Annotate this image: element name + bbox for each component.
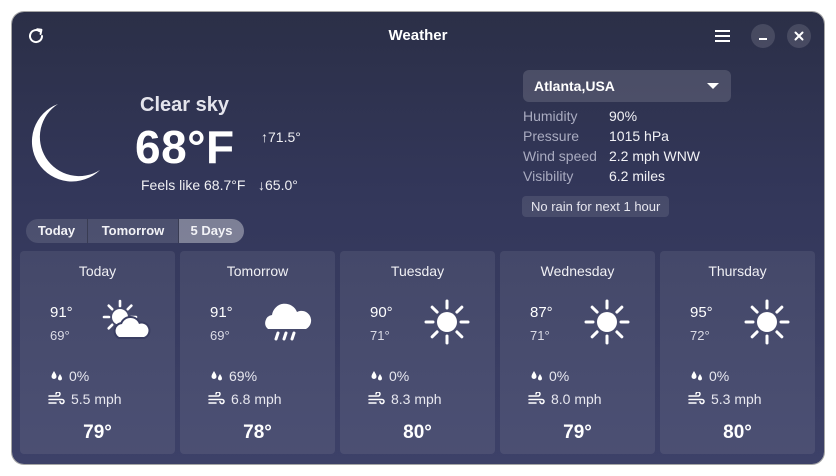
forecast-low: 72°: [690, 328, 710, 343]
chevron-down-icon: [707, 83, 719, 89]
tab-today[interactable]: Today: [26, 219, 88, 243]
detail-label: Humidity: [523, 108, 578, 124]
forecast-card-wednesday: Wednesday 87° 71° 0% 8.0 mph 79°: [500, 251, 655, 454]
forecast-high: 91°: [50, 304, 73, 321]
hamburger-menu-icon: [715, 30, 730, 42]
sun-icon: [582, 297, 632, 347]
forecast-day: Tomorrow: [226, 263, 289, 279]
menu-button[interactable]: [712, 26, 734, 46]
current-low: ↓65.0°: [258, 177, 298, 193]
forecast-wind: 5.5 mph: [48, 391, 122, 407]
forecast-tabs: Today Tomorrow 5 Days: [26, 219, 244, 243]
detail-label: Visibility: [523, 168, 574, 184]
raindrops-icon: [531, 371, 542, 381]
forecast-wind-value: 6.8 mph: [231, 391, 282, 407]
forecast-rain-value: 0%: [549, 368, 570, 384]
forecast-feels-like: 78°: [243, 422, 272, 443]
forecast-day: Thursday: [708, 263, 767, 279]
forecast-wind-value: 8.3 mph: [391, 391, 442, 407]
wind-icon: [48, 391, 65, 405]
moon-icon: [31, 104, 100, 182]
close-button[interactable]: [787, 24, 811, 48]
window-title: Weather: [388, 27, 448, 44]
current-high: ↑71.5°: [261, 129, 301, 145]
sun-icon: [422, 297, 472, 347]
rain-cloud-icon: [262, 297, 312, 347]
weather-window: Weather Clear sky 68°F ↑71.5° ↓65.0° Fee…: [12, 12, 824, 464]
forecast-high: 95°: [690, 304, 713, 321]
wind-icon: [368, 391, 385, 405]
raindrops-icon: [211, 371, 222, 381]
forecast-wind-value: 5.5 mph: [71, 391, 122, 407]
forecast-day: Tuesday: [390, 263, 445, 279]
forecast-wind: 5.3 mph: [688, 391, 762, 407]
forecast-high: 90°: [370, 304, 393, 321]
forecast-low: 71°: [530, 328, 550, 343]
forecast-day: Today: [78, 263, 117, 279]
detail-value: 2.2 mph WNW: [609, 148, 701, 164]
current-condition: Clear sky: [140, 94, 229, 116]
forecast-high: 87°: [530, 304, 553, 321]
raindrops-icon: [691, 371, 702, 381]
forecast-rain-value: 0%: [69, 368, 90, 384]
forecast-wind-value: 8.0 mph: [551, 391, 602, 407]
forecast-rain: 0%: [530, 368, 569, 384]
forecast-rain: 69%: [210, 368, 257, 384]
location-label: Atlanta,USA: [534, 78, 615, 94]
forecast-feels-like: 80°: [723, 422, 752, 443]
forecast-feels-like: 80°: [403, 422, 432, 443]
location-dropdown[interactable]: Atlanta,USA: [523, 70, 731, 102]
forecast-feels-like: 79°: [83, 422, 112, 443]
minimize-button[interactable]: [751, 24, 775, 48]
feels-like: Feels like 68.7°F: [141, 177, 246, 193]
wind-icon: [688, 391, 705, 405]
detail-value: 90%: [609, 108, 638, 124]
tab-tomorrow[interactable]: Tomorrow: [88, 219, 179, 243]
forecast-wind: 6.8 mph: [208, 391, 282, 407]
wind-icon: [208, 391, 225, 405]
forecast-feels-like: 79°: [563, 422, 592, 443]
title-bar: Weather: [12, 12, 824, 60]
forecast-rain: 0%: [370, 368, 409, 384]
detail-label: Pressure: [523, 128, 580, 144]
raindrops-icon: [51, 371, 62, 381]
forecast-rain-value: 69%: [229, 368, 258, 384]
forecast-card-tomorrow: Tomorrow 91° 69° 69% 6.8 mph 78°: [180, 251, 335, 454]
forecast-low: 69°: [50, 328, 70, 343]
sun-icon: [742, 297, 792, 347]
forecast-low: 69°: [210, 328, 230, 343]
raindrops-icon: [371, 371, 382, 381]
current-temperature: 68°F: [135, 121, 235, 173]
wind-icon: [528, 391, 545, 405]
forecast-rain-value: 0%: [389, 368, 410, 384]
rain-forecast-badge: No rain for next 1 hour: [522, 196, 670, 217]
partly-cloudy-icon: [102, 297, 152, 347]
forecast-low: 71°: [370, 328, 390, 343]
tab-5-days[interactable]: 5 Days: [179, 219, 244, 243]
detail-value: 6.2 miles: [609, 168, 666, 184]
forecast-card-thursday: Thursday 95° 72° 0% 5.3 mph 80°: [660, 251, 815, 454]
forecast-card-today: Today 91° 69° 0% 5.5 mph 79°: [20, 251, 175, 454]
forecast-rain: 0%: [50, 368, 89, 384]
forecast-rain-value: 0%: [709, 368, 730, 384]
detail-value: 1015 hPa: [609, 128, 669, 144]
minimize-icon: [759, 38, 767, 40]
detail-label: Wind speed: [523, 148, 597, 164]
forecast-card-tuesday: Tuesday 90° 71° 0% 8.3 mph 80°: [340, 251, 495, 454]
forecast-rain: 0%: [690, 368, 729, 384]
forecast-wind-value: 5.3 mph: [711, 391, 762, 407]
forecast-high: 91°: [210, 304, 233, 321]
forecast-wind: 8.3 mph: [368, 391, 442, 407]
close-icon: [794, 31, 804, 41]
forecast-wind: 8.0 mph: [528, 391, 602, 407]
forecast-day: Wednesday: [540, 263, 615, 279]
